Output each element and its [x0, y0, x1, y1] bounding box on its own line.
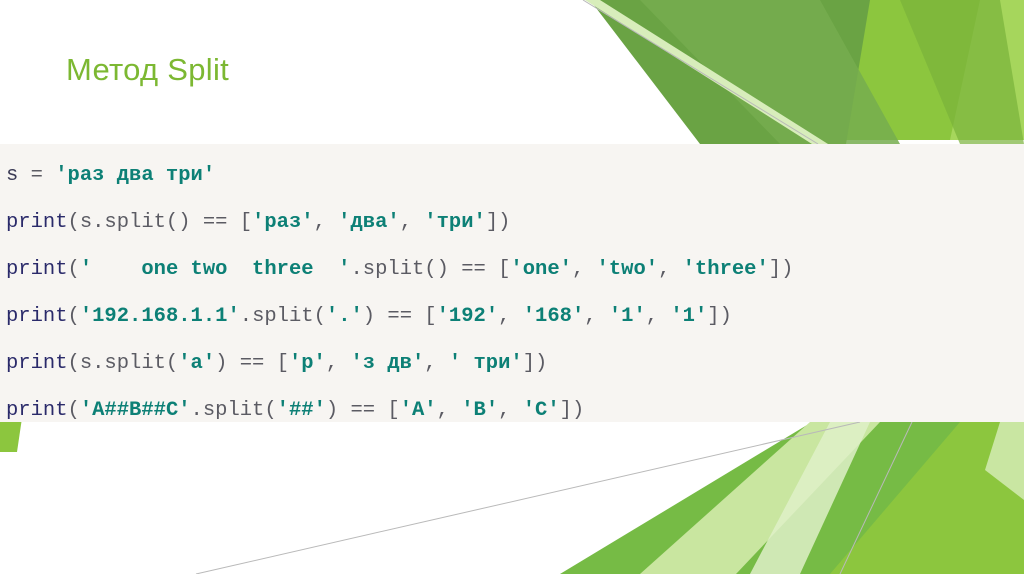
code-token: 'раз'	[252, 211, 314, 234]
code-token: ,	[325, 352, 351, 375]
page-title: Метод Split	[66, 52, 230, 87]
code-token: =	[30, 164, 56, 187]
deco-shape-tr-5	[900, 0, 1024, 144]
deco-shape-tr-6	[585, 0, 828, 144]
code-token: print	[6, 258, 68, 281]
code-token: '.'	[325, 305, 363, 328]
code-line: print('A##B##C'.split('##') == ['A', 'B'…	[6, 387, 1024, 422]
code-token: ,	[436, 399, 462, 422]
code-token: ])	[707, 305, 732, 328]
deco-hairline-top	[582, 0, 819, 145]
code-token: (	[67, 258, 80, 281]
deco-hairline-bottom-2	[839, 421, 913, 574]
code-token: ) == [	[362, 305, 437, 328]
slide-canvas: Метод Split s = 'раз два три' print(s.sp…	[0, 0, 1024, 574]
code-line: s = 'раз два три'	[6, 152, 1024, 199]
code-token: '1'	[670, 305, 708, 328]
code-token: print	[6, 211, 68, 234]
code-token: (s.split() == [	[67, 211, 253, 234]
code-token: 'three'	[682, 258, 769, 281]
code-token: ,	[313, 211, 339, 234]
deco-shape-tr-3	[590, 0, 870, 144]
code-token: print	[6, 399, 68, 422]
code-token: ,	[658, 258, 683, 281]
code-token: '168'	[522, 305, 585, 328]
code-token: '1'	[608, 305, 646, 328]
code-token: ,	[498, 305, 523, 328]
code-token: 'A'	[399, 399, 437, 422]
deco-shape-br-2	[760, 422, 1024, 574]
deco-shape-bl-accent	[0, 418, 22, 452]
code-token: ,	[424, 352, 449, 375]
code-token: 'р'	[288, 352, 326, 375]
code-token: .split(	[190, 399, 277, 422]
deco-shape-br-6	[985, 422, 1024, 500]
code-token: ])	[768, 258, 794, 281]
code-token: ,	[584, 305, 609, 328]
code-token: 'two'	[596, 258, 659, 281]
code-line: print(s.split('a') == ['р', 'з дв', ' тр…	[6, 340, 1024, 387]
code-line: print(' one two three '.split() == ['one…	[6, 246, 1024, 293]
code-token: ) == [	[325, 399, 400, 422]
code-token: .split() == [	[350, 258, 511, 281]
code-token: print	[6, 305, 68, 328]
code-token: (	[67, 305, 80, 328]
code-token: 'one'	[510, 258, 572, 281]
code-token: ])	[522, 352, 548, 375]
code-token: 'три'	[424, 211, 486, 234]
code-token: ])	[559, 399, 585, 422]
code-token: '192'	[436, 305, 499, 328]
code-token: s	[6, 164, 31, 187]
code-token: '192.168.1.1'	[79, 305, 240, 328]
code-token: (s.split(	[67, 352, 179, 375]
deco-shape-tr-1	[788, 0, 1024, 140]
code-line: print('192.168.1.1'.split('.') == ['192'…	[6, 293, 1024, 340]
code-token: .split(	[239, 305, 326, 328]
code-lines-container: s = 'раз два три' print(s.split() == ['р…	[6, 152, 1024, 422]
code-token: 'раз два три'	[55, 164, 216, 187]
deco-shape-br-4	[640, 422, 880, 574]
deco-shape-tr-4	[640, 0, 900, 144]
code-token: ,	[498, 399, 523, 422]
code-token: ,	[571, 258, 597, 281]
code-token: 'з дв'	[350, 352, 425, 375]
code-token: print	[6, 352, 68, 375]
code-token: ' три'	[448, 352, 523, 375]
code-token: 'B'	[461, 399, 499, 422]
code-line: print(s.split() == ['раз', 'два', 'три']…	[6, 199, 1024, 246]
code-block: s = 'раз два три' print(s.split() == ['р…	[0, 144, 1024, 422]
code-token: (	[67, 399, 80, 422]
deco-shape-tr-2	[700, 0, 980, 140]
deco-shape-br-5	[750, 422, 870, 574]
code-token: 'a'	[178, 352, 216, 375]
code-token: 'два'	[338, 211, 400, 234]
code-token: ,	[645, 305, 671, 328]
code-token: ' one two three '	[79, 258, 351, 281]
code-token: '##'	[276, 399, 326, 422]
deco-shape-br-1	[818, 422, 1024, 574]
code-token: ,	[399, 211, 425, 234]
deco-shape-br-3	[560, 422, 960, 574]
deco-hairline-bottom	[195, 421, 861, 574]
code-token: 'C'	[522, 399, 560, 422]
code-token: 'A##B##C'	[79, 399, 191, 422]
code-token: ) == [	[215, 352, 289, 375]
code-token: ])	[485, 211, 511, 234]
